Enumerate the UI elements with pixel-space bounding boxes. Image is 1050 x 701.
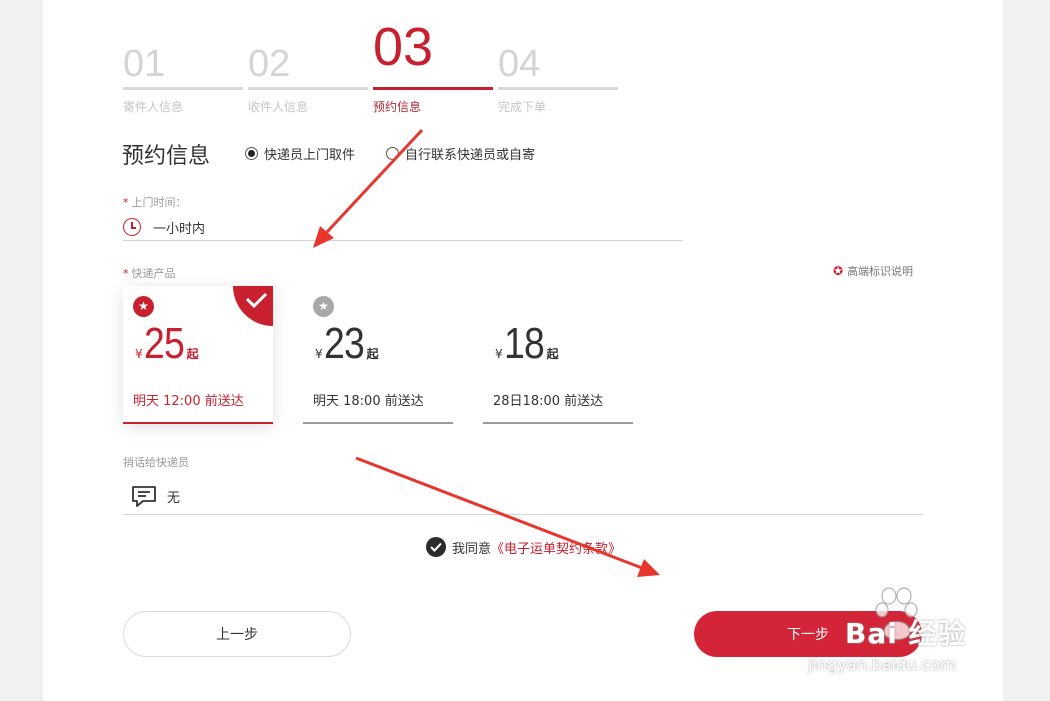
message-icon xyxy=(132,486,156,507)
step-bar xyxy=(123,87,243,90)
radio-label: 自行联系快递员或自寄 xyxy=(405,148,536,163)
required-mark: * xyxy=(123,196,129,209)
product-price: ¥ 23 起 xyxy=(315,319,379,368)
pickup-time-label: * 上门时间： xyxy=(123,196,187,209)
selected-check-icon xyxy=(233,286,273,326)
premium-mark-info[interactable]: ✪ 高端标识说明 xyxy=(833,263,913,279)
step-label: 预约信息 xyxy=(373,100,422,114)
step-number: 03 xyxy=(373,17,434,77)
step-label: 收件人信息 xyxy=(248,100,309,114)
agree-checkbox[interactable] xyxy=(426,537,446,557)
delivery-time: 明天 18:00 前送达 xyxy=(313,394,424,409)
step-bar xyxy=(498,87,618,90)
star-badge-icon: ★ xyxy=(133,296,154,317)
hint-text: 高端标识说明 xyxy=(847,265,914,278)
product-price: ¥ 25 起 xyxy=(135,319,199,368)
required-mark: * xyxy=(123,267,129,280)
pickup-time-value: 一小时内 xyxy=(153,221,206,237)
radio-checked-icon[interactable] xyxy=(245,147,258,160)
step-label: 完成下单 xyxy=(498,100,547,114)
step-number: 04 xyxy=(498,43,541,85)
agree-text: 我同意 xyxy=(452,541,492,557)
step-bar xyxy=(248,87,368,90)
radio-self-send[interactable]: 自行联系快递员或自寄 xyxy=(386,144,535,163)
prev-step-button[interactable]: 上一步 xyxy=(123,611,351,657)
agreement-link[interactable]: 《电子运单契约条款》 xyxy=(491,538,621,557)
delivery-time: 28日18:00 前送达 xyxy=(493,394,604,409)
message-label: 捎话给快递员 xyxy=(123,456,189,469)
message-value: 无 xyxy=(167,490,181,506)
section-title: 预约信息 xyxy=(122,144,211,169)
product-card-2[interactable]: ★ ¥ 23 起 明天 18:00 前送达 xyxy=(303,286,453,424)
step-bar xyxy=(373,87,493,90)
watermark-url: jingyan.baidu.com xyxy=(808,655,956,674)
star-badge-icon: ★ xyxy=(313,296,334,317)
agreement: 我同意 《电子运单契约条款》 xyxy=(426,537,621,557)
step-label: 寄件人信息 xyxy=(123,100,184,114)
product-card-3[interactable]: ¥ 18 起 28日18:00 前送达 xyxy=(483,286,633,424)
product-label: * 快递产品 xyxy=(123,267,176,280)
delivery-time: 明天 12:00 前送达 xyxy=(133,394,244,409)
product-price: ¥ 18 起 xyxy=(495,319,559,368)
star-icon: ✪ xyxy=(833,264,844,278)
step-number: 02 xyxy=(248,43,291,85)
radio-unchecked-icon[interactable] xyxy=(386,147,399,160)
radio-label: 快递员上门取件 xyxy=(264,148,356,163)
pickup-time-select[interactable]: 一小时内 xyxy=(123,214,683,241)
clock-icon xyxy=(123,218,141,236)
check-icon xyxy=(430,542,442,552)
product-card-1[interactable]: ★ ¥ 25 起 明天 12:00 前送达 xyxy=(123,286,273,424)
message-input[interactable]: 无 xyxy=(123,478,923,515)
watermark-text: Bai 经验 xyxy=(845,617,967,650)
step-number: 01 xyxy=(123,43,166,85)
radio-courier-pickup[interactable]: 快递员上门取件 xyxy=(245,144,355,163)
